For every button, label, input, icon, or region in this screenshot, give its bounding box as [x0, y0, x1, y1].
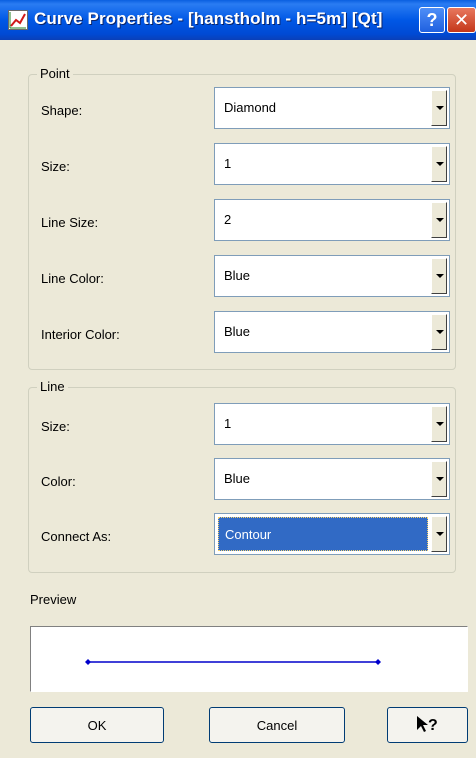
interior-color-value: Blue — [224, 324, 251, 339]
chevron-down-icon[interactable] — [431, 90, 447, 126]
chart-icon — [8, 10, 28, 30]
shape-value: Diamond — [224, 100, 277, 115]
line-color-label: Line Color: — [41, 271, 104, 286]
shape-label: Shape: — [41, 103, 83, 118]
chevron-down-icon[interactable] — [431, 461, 447, 497]
line-width-value: 1 — [224, 416, 232, 431]
help-icon[interactable]: ? — [419, 7, 445, 33]
svg-text:?: ? — [428, 717, 438, 734]
point-size-value: 1 — [224, 156, 232, 171]
chevron-down-icon[interactable] — [431, 314, 447, 350]
title-bar[interactable]: Curve Properties - [hanstholm - h=5m] [Q… — [0, 0, 476, 40]
chevron-down-icon[interactable] — [431, 258, 447, 294]
cancel-button[interactable]: Cancel — [209, 707, 345, 743]
chevron-down-icon[interactable] — [431, 146, 447, 182]
chevron-down-icon[interactable] — [431, 406, 447, 442]
preview-marker-end — [375, 659, 381, 665]
close-icon[interactable]: ✕ — [447, 7, 476, 33]
line-width-combo[interactable]: 1 — [214, 403, 450, 445]
ok-button[interactable]: OK — [30, 707, 164, 743]
preview-curve — [85, 659, 381, 665]
preview-marker-start — [85, 659, 91, 665]
line-color-combo[interactable]: Blue — [214, 255, 450, 297]
color-label: Color: — [41, 474, 76, 489]
connect-as-label: Connect As: — [41, 529, 112, 544]
shape-combo[interactable]: Diamond — [214, 87, 450, 129]
line-size-combo[interactable]: 2 — [214, 199, 450, 241]
line-size-label: Line Size: — [41, 215, 99, 230]
point-size-label: Size: — [41, 159, 70, 174]
preview-box — [30, 626, 468, 692]
color-combo[interactable]: Blue — [214, 458, 450, 500]
line-group-legend: Line — [37, 379, 68, 395]
line-width-label: Size: — [41, 419, 70, 434]
point-group-legend: Point — [37, 66, 73, 82]
connect-as-combo[interactable]: Contour — [214, 513, 450, 555]
whats-this-icon: ? — [415, 714, 441, 737]
whats-this-button[interactable]: ? — [387, 707, 468, 743]
interior-color-label: Interior Color: — [41, 327, 120, 342]
connect-as-value: Contour — [218, 517, 428, 551]
chevron-down-icon[interactable] — [431, 202, 447, 238]
curve-properties-dialog: Curve Properties - [hanstholm - h=5m] [Q… — [0, 0, 476, 758]
point-size-combo[interactable]: 1 — [214, 143, 450, 185]
line-size-value: 2 — [224, 212, 232, 227]
chevron-down-icon[interactable] — [431, 516, 447, 552]
preview-label: Preview — [30, 592, 77, 607]
window-title: Curve Properties - [hanstholm - h=5m] [Q… — [34, 9, 383, 28]
color-value: Blue — [224, 471, 251, 486]
line-color-value: Blue — [224, 268, 251, 283]
interior-color-combo[interactable]: Blue — [214, 311, 450, 353]
